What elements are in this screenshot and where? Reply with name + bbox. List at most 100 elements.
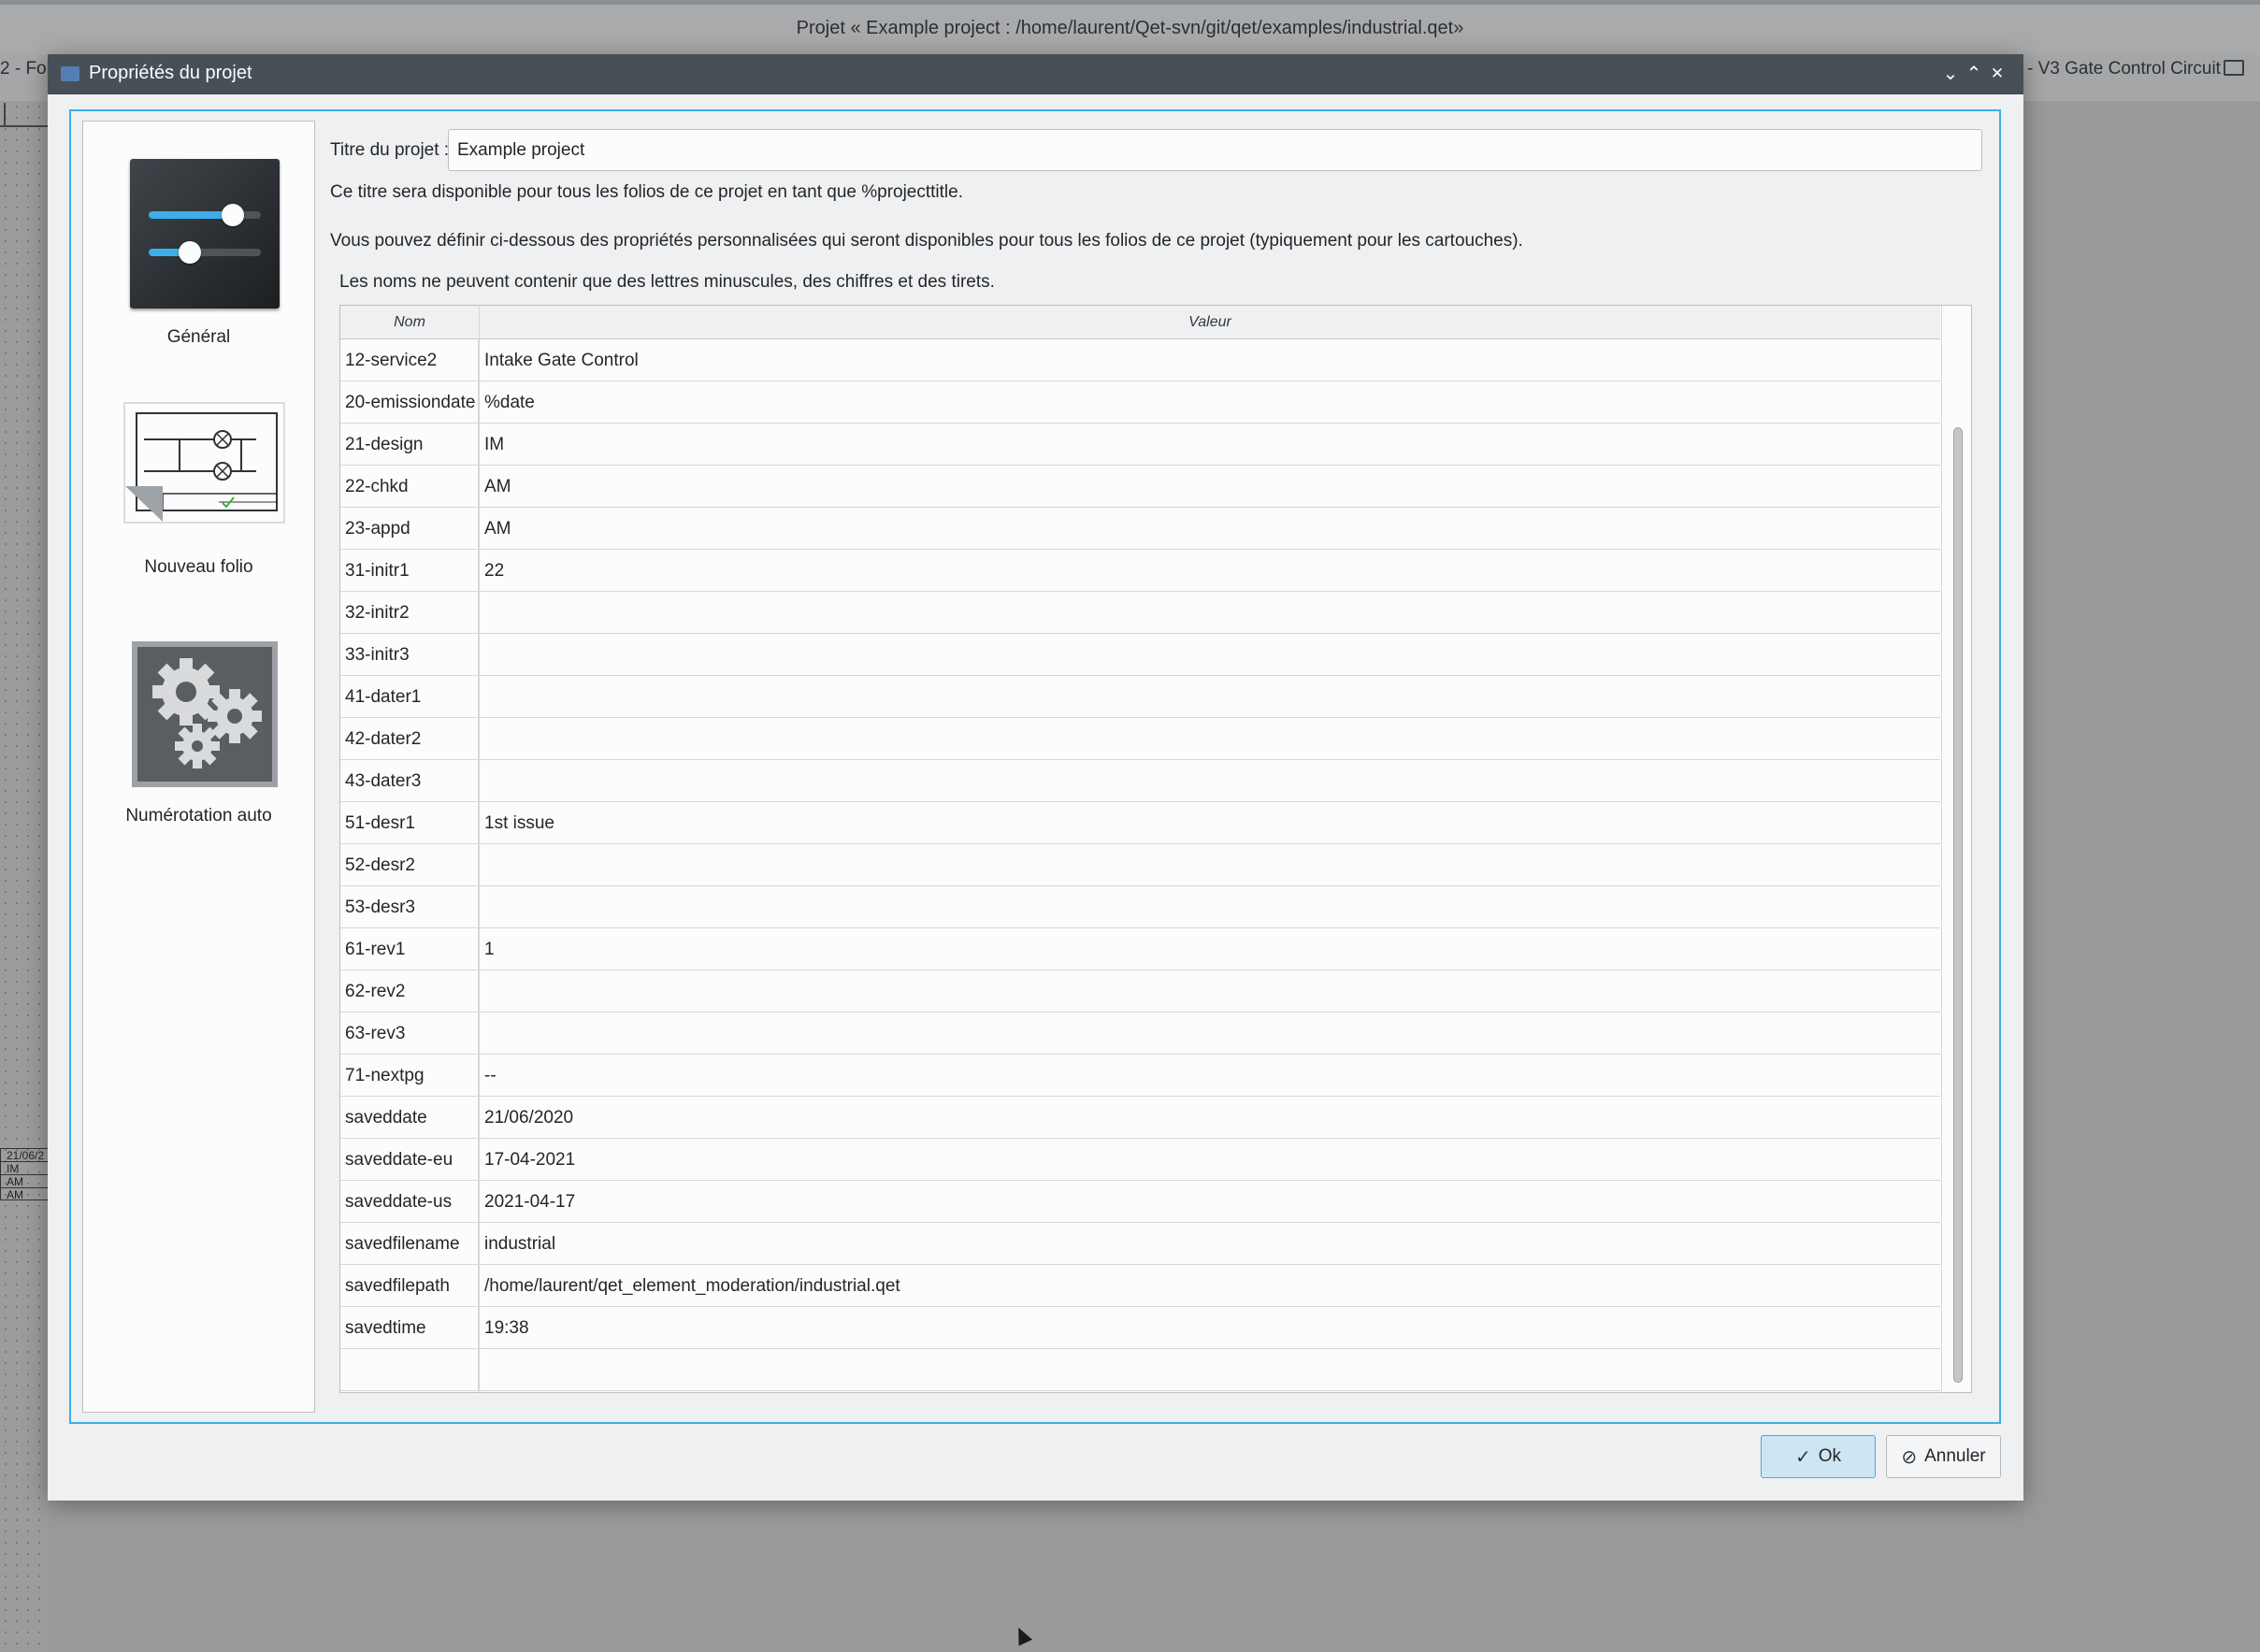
property-value-cell[interactable]: [479, 1013, 1940, 1055]
table-row[interactable]: 23-appd AM: [340, 508, 1940, 550]
property-value-cell[interactable]: %date: [479, 381, 1940, 424]
table-row[interactable]: 21-design IM: [340, 424, 1940, 466]
maximize-button[interactable]: ⌃: [1961, 60, 1987, 88]
property-name-cell[interactable]: 22-chkd: [340, 466, 479, 508]
table-row[interactable]: 22-chkd AM: [340, 466, 1940, 508]
sidebar-item-general[interactable]: Général: [83, 159, 314, 348]
table-row[interactable]: 20-emissiondate %date: [340, 381, 1940, 424]
property-value-cell[interactable]: [479, 760, 1940, 802]
table-row[interactable]: 51-desr1 1st issue: [340, 802, 1940, 844]
scrollbar-handle[interactable]: [1953, 427, 1963, 1383]
table-row[interactable]: saveddate 21/06/2020: [340, 1097, 1940, 1139]
property-value-cell[interactable]: [479, 970, 1940, 1013]
custom-properties-table[interactable]: Nom Valeur 12-service2 Intake Gate Contro…: [339, 305, 1972, 1393]
monitor-icon[interactable]: [2224, 60, 2244, 76]
table-row[interactable]: saveddate-eu 17-04-2021: [340, 1139, 1940, 1181]
property-value-cell[interactable]: 21/06/2020: [479, 1097, 1940, 1139]
close-button[interactable]: ✕: [1984, 60, 2010, 88]
table-row[interactable]: savedtime 19:38: [340, 1307, 1940, 1349]
property-value-cell[interactable]: 1st issue: [479, 802, 1940, 844]
property-value-cell[interactable]: [479, 844, 1940, 886]
property-value-cell[interactable]: Intake Gate Control: [479, 339, 1940, 381]
property-name-cell[interactable]: 63-rev3: [340, 1013, 479, 1055]
minimize-button[interactable]: ⌄: [1937, 60, 1964, 88]
property-value-cell[interactable]: /home/laurent/qet_element_moderation/ind…: [479, 1265, 1940, 1307]
property-value-cell[interactable]: AM: [479, 508, 1940, 550]
property-value-cell[interactable]: 19:38: [479, 1307, 1940, 1349]
table-row[interactable]: 53-desr3: [340, 886, 1940, 928]
folio-schematic-icon: [123, 402, 285, 524]
sidebar-item-new-folio[interactable]: Nouveau folio: [83, 402, 314, 578]
property-name-cell[interactable]: 12-service2: [340, 339, 479, 381]
property-value-cell[interactable]: [479, 886, 1940, 928]
property-value-cell[interactable]: industrial: [479, 1223, 1940, 1265]
dialog-titlebar[interactable]: Propriétés du projet ⌄ ⌃ ✕: [48, 54, 2023, 94]
property-name-cell[interactable]: 51-desr1: [340, 802, 479, 844]
property-name-cell[interactable]: savedfilename: [340, 1223, 479, 1265]
ok-button-label: Ok: [1818, 1446, 1842, 1466]
column-header-value[interactable]: Valeur: [479, 314, 1940, 339]
property-name-cell[interactable]: 53-desr3: [340, 886, 479, 928]
property-name-cell[interactable]: savedtime: [340, 1307, 479, 1349]
cartouche-cell: AM: [0, 1187, 49, 1201]
property-value-cell[interactable]: [479, 592, 1940, 634]
table-row[interactable]: 43-dater3: [340, 760, 1940, 802]
property-value-cell[interactable]: --: [479, 1055, 1940, 1097]
table-row[interactable]: savedfilename industrial: [340, 1223, 1940, 1265]
property-name-cell[interactable]: saveddate-us: [340, 1181, 479, 1223]
property-value-cell[interactable]: 1: [479, 928, 1940, 970]
names-rule-hint: Les noms ne peuvent contenir que des let…: [339, 272, 995, 292]
table-row[interactable]: 41-dater1: [340, 676, 1940, 718]
ok-button[interactable]: ✓ Ok: [1761, 1435, 1876, 1478]
property-name-cell[interactable]: 62-rev2: [340, 970, 479, 1013]
table-row[interactable]: [340, 1349, 1940, 1391]
property-name-cell[interactable]: savedfilepath: [340, 1265, 479, 1307]
vertical-scrollbar[interactable]: [1941, 306, 1971, 1392]
property-name-cell[interactable]: [340, 1349, 479, 1391]
table-row[interactable]: 33-initr3: [340, 634, 1940, 676]
property-value-cell[interactable]: [479, 676, 1940, 718]
table-row[interactable]: 12-service2 Intake Gate Control: [340, 339, 1940, 381]
property-name-cell[interactable]: 42-dater2: [340, 718, 479, 760]
property-value-cell[interactable]: 2021-04-17: [479, 1181, 1940, 1223]
property-value-cell[interactable]: AM: [479, 466, 1940, 508]
property-name-cell[interactable]: 41-dater1: [340, 676, 479, 718]
background-tab-gate-control[interactable]: - V3 Gate Control Circuit: [2027, 59, 2221, 79]
table-row[interactable]: saveddate-us 2021-04-17: [340, 1181, 1940, 1223]
table-row[interactable]: 62-rev2: [340, 970, 1940, 1013]
table-row[interactable]: 52-desr2: [340, 844, 1940, 886]
table-row[interactable]: 71-nextpg --: [340, 1055, 1940, 1097]
property-value-cell[interactable]: [479, 718, 1940, 760]
gears-icon: [132, 641, 278, 787]
table-row[interactable]: 61-rev1 1: [340, 928, 1940, 970]
property-value-cell[interactable]: 22: [479, 550, 1940, 592]
property-value-cell[interactable]: [479, 1349, 1940, 1391]
property-name-cell[interactable]: 31-initr1: [340, 550, 479, 592]
property-name-cell[interactable]: saveddate-eu: [340, 1139, 479, 1181]
property-name-cell[interactable]: 71-nextpg: [340, 1055, 479, 1097]
property-name-cell[interactable]: 21-design: [340, 424, 479, 466]
table-row[interactable]: 31-initr1 22: [340, 550, 1940, 592]
property-value-cell[interactable]: 17-04-2021: [479, 1139, 1940, 1181]
property-name-cell[interactable]: 61-rev1: [340, 928, 479, 970]
table-row[interactable]: 63-rev3: [340, 1013, 1940, 1055]
table-row[interactable]: 32-initr2: [340, 592, 1940, 634]
property-name-cell[interactable]: 52-desr2: [340, 844, 479, 886]
property-name-cell[interactable]: 20-emissiondate: [340, 381, 479, 424]
property-name-cell[interactable]: 23-appd: [340, 508, 479, 550]
project-title-input[interactable]: Example project: [448, 129, 1982, 171]
sidebar-item-auto-numbering[interactable]: Numérotation auto: [83, 641, 314, 826]
property-name-cell[interactable]: 43-dater3: [340, 760, 479, 802]
column-header-name[interactable]: Nom: [340, 314, 479, 331]
property-value-cell[interactable]: IM: [479, 424, 1940, 466]
title-hint-text: Ce titre sera disponible pour tous les f…: [330, 182, 963, 202]
property-name-cell[interactable]: saveddate: [340, 1097, 479, 1139]
property-name-cell[interactable]: 33-initr3: [340, 634, 479, 676]
table-row[interactable]: 42-dater2: [340, 718, 1940, 760]
property-name-cell[interactable]: 32-initr2: [340, 592, 479, 634]
table-row[interactable]: savedfilepath/home/laurent/qet_element_m…: [340, 1265, 1940, 1307]
property-value-cell[interactable]: [479, 634, 1940, 676]
diagram-canvas[interactable]: [0, 101, 49, 1652]
sidebar-item-label: Général: [166, 327, 231, 347]
cancel-button[interactable]: ⊘ Annuler: [1886, 1435, 2001, 1478]
